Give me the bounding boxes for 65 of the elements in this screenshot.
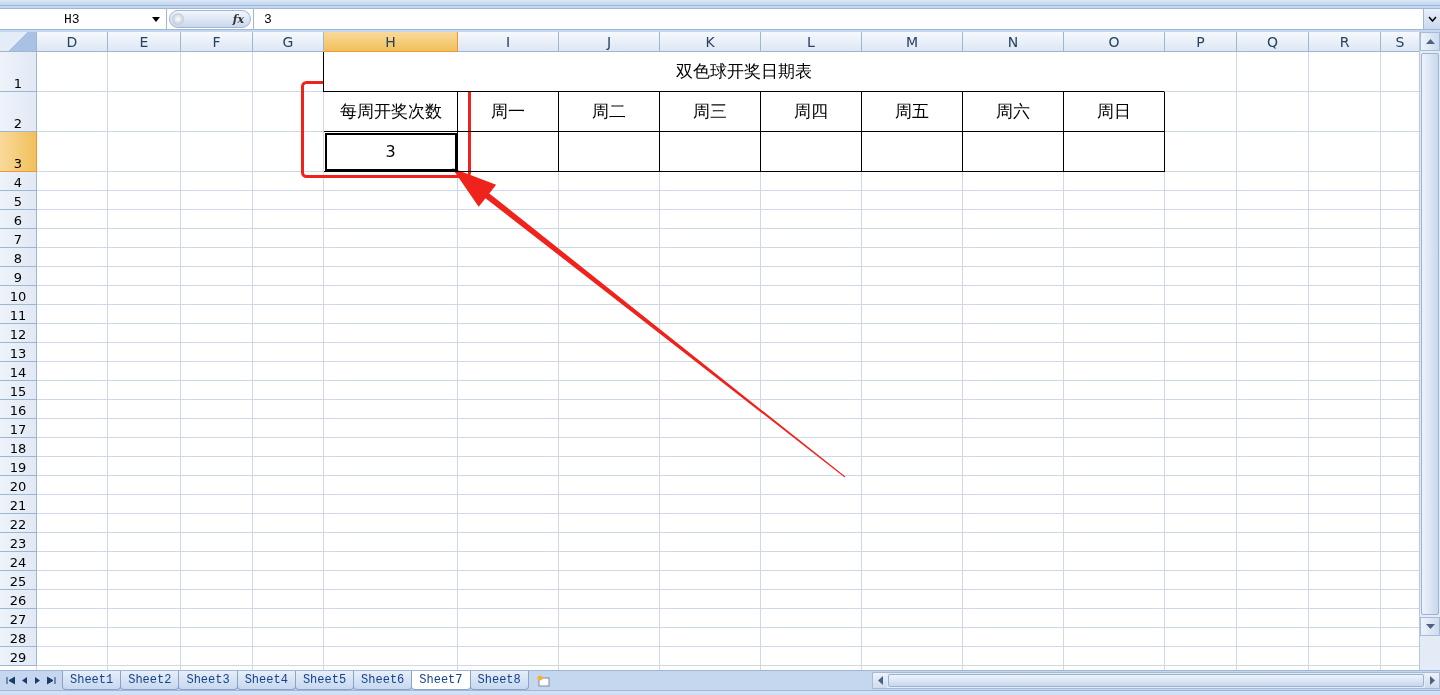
column-header[interactable]: L bbox=[761, 32, 862, 52]
row-header[interactable]: 27 bbox=[0, 609, 37, 628]
column-header[interactable]: M bbox=[862, 32, 963, 52]
row-header[interactable]: 6 bbox=[0, 210, 37, 229]
row-header[interactable]: 23 bbox=[0, 533, 37, 552]
row-header[interactable]: 24 bbox=[0, 552, 37, 571]
column-header[interactable]: O bbox=[1064, 32, 1165, 52]
row-header[interactable]: 14 bbox=[0, 362, 37, 381]
table-header-cell: 周四 bbox=[761, 92, 862, 132]
row-header[interactable]: 3 bbox=[0, 132, 37, 172]
row-header[interactable]: 28 bbox=[0, 628, 37, 647]
row-header[interactable]: 12 bbox=[0, 324, 37, 343]
table-header-cell: 每周开奖次数 bbox=[324, 92, 458, 132]
column-header[interactable]: R bbox=[1309, 32, 1381, 52]
row-header[interactable]: 13 bbox=[0, 343, 37, 362]
sheet-tab[interactable]: Sheet3 bbox=[178, 671, 238, 690]
row-header[interactable]: 5 bbox=[0, 191, 37, 210]
sheet-tab[interactable]: Sheet4 bbox=[236, 671, 296, 690]
table-header-cell: 周五 bbox=[862, 92, 963, 132]
sheet-tab[interactable]: Sheet6 bbox=[353, 671, 413, 690]
table-header-cell: 周三 bbox=[660, 92, 761, 132]
row-header[interactable]: 29 bbox=[0, 647, 37, 666]
table-header-cell: 周二 bbox=[559, 92, 660, 132]
column-header[interactable]: H bbox=[324, 32, 458, 52]
row-header[interactable]: 15 bbox=[0, 381, 37, 400]
column-header[interactable]: F bbox=[181, 32, 253, 52]
row-header[interactable]: 18 bbox=[0, 438, 37, 457]
sheet-tab[interactable]: Sheet5 bbox=[294, 671, 355, 690]
column-header[interactable]: N bbox=[963, 32, 1064, 52]
row-header[interactable]: 9 bbox=[0, 267, 37, 286]
row-header[interactable]: 26 bbox=[0, 590, 37, 609]
row-header[interactable]: 10 bbox=[0, 286, 37, 305]
row-header[interactable]: 25 bbox=[0, 571, 37, 590]
row-header[interactable]: 19 bbox=[0, 457, 37, 476]
sheet-tab[interactable]: Sheet2 bbox=[120, 671, 180, 690]
column-header[interactable]: P bbox=[1165, 32, 1237, 52]
table-header-cell: 周日 bbox=[1064, 92, 1165, 132]
table-title: 双色球开奖日期表 bbox=[323, 52, 1165, 92]
row-header[interactable]: 8 bbox=[0, 248, 37, 267]
row-header[interactable]: 21 bbox=[0, 495, 37, 514]
row-header[interactable]: 11 bbox=[0, 305, 37, 324]
column-header[interactable]: D bbox=[37, 32, 108, 52]
column-header[interactable]: S bbox=[1381, 32, 1419, 52]
column-header[interactable]: I bbox=[458, 32, 559, 52]
sheet-tab[interactable]: Sheet8 bbox=[469, 671, 529, 690]
row-header[interactable]: 22 bbox=[0, 514, 37, 533]
column-header[interactable]: K bbox=[660, 32, 761, 52]
name-box[interactable]: H3 bbox=[0, 9, 167, 29]
row-header[interactable]: 7 bbox=[0, 229, 37, 248]
column-header[interactable]: J bbox=[559, 32, 660, 52]
column-header[interactable]: G bbox=[253, 32, 324, 52]
row-header[interactable]: 20 bbox=[0, 476, 37, 495]
row-header[interactable]: 2 bbox=[0, 92, 37, 132]
function-button[interactable]: fx bbox=[169, 10, 251, 28]
column-header[interactable]: Q bbox=[1237, 32, 1309, 52]
column-header[interactable]: E bbox=[108, 32, 181, 52]
row-header[interactable]: 4 bbox=[0, 172, 37, 191]
row-header[interactable]: 17 bbox=[0, 419, 37, 438]
table-header-cell: 周一 bbox=[458, 92, 559, 132]
row-header[interactable]: 16 bbox=[0, 400, 37, 419]
sheet-tab[interactable]: Sheet1 bbox=[62, 671, 122, 690]
row-header[interactable]: 1 bbox=[0, 52, 37, 92]
table-cell[interactable]: 3 bbox=[324, 132, 458, 172]
table-header-cell: 周六 bbox=[963, 92, 1064, 132]
sheet-tab[interactable]: Sheet7 bbox=[411, 671, 471, 690]
